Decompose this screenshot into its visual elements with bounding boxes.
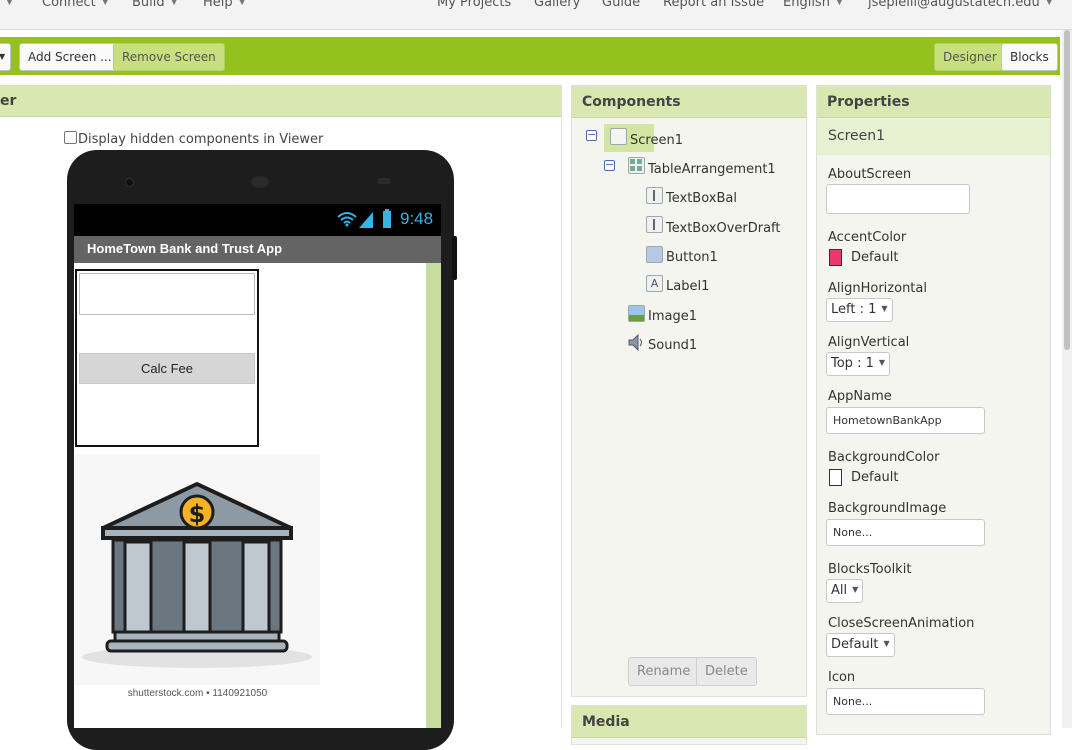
chevron-down-icon: ▼ xyxy=(835,0,843,7)
signal-icon xyxy=(359,212,373,228)
connect-menu[interactable]: Connect ▼ xyxy=(42,0,109,10)
app-title-bar: HomeTown Bank and Trust App xyxy=(74,236,441,263)
svg-text:$: $ xyxy=(189,500,206,528)
calc-fee-button[interactable]: Calc Fee xyxy=(79,353,255,384)
table-arrangement[interactable]: Calc Fee xyxy=(75,269,259,447)
chevron-down-icon: ▼ xyxy=(101,0,109,7)
left-dropdown-caret[interactable]: ▼ xyxy=(0,0,13,10)
help-menu[interactable]: Help ▼ xyxy=(203,0,246,10)
report-issue-link[interactable]: Report an Issue xyxy=(663,0,764,10)
designer-button[interactable]: Designer xyxy=(934,43,1006,71)
media-header: Media xyxy=(572,706,806,738)
tree-item-image1[interactable]: Image1 xyxy=(648,309,697,324)
wifi-icon xyxy=(337,212,357,227)
image1[interactable]: $ xyxy=(75,454,320,685)
page-scrollbar[interactable] xyxy=(1062,30,1072,728)
background-image-label: BackgroundImage xyxy=(828,501,947,516)
textbox-icon xyxy=(646,187,663,204)
background-image-input[interactable]: None... xyxy=(826,519,985,546)
guide-link[interactable]: Guide xyxy=(602,0,640,10)
blocks-button[interactable]: Blocks xyxy=(1001,43,1058,71)
chevron-down-icon: ▼ xyxy=(881,304,888,313)
accent-color-swatch[interactable] xyxy=(829,249,842,266)
components-header: Components xyxy=(572,86,806,118)
phone-side-button xyxy=(452,236,457,280)
top-navigation-bar: ▼ Connect ▼ Build ▼ Help ▼ My Projects Gall… xyxy=(0,0,1072,30)
table-arrangement-icon xyxy=(628,157,645,174)
tree-item-textbox-overdraft[interactable]: TextBoxOverDraft xyxy=(666,221,781,236)
tree-item-sound1[interactable]: Sound1 xyxy=(648,338,697,353)
bank-icon: $ xyxy=(82,482,312,668)
add-screen-button[interactable]: Add Screen ... xyxy=(19,43,121,71)
display-hidden-label: Display hidden components in Viewer xyxy=(78,132,324,147)
background-color-swatch[interactable] xyxy=(829,469,842,486)
image-icon xyxy=(628,305,645,322)
button-icon xyxy=(646,246,663,263)
battery-icon xyxy=(383,209,391,228)
app-name-label: AppName xyxy=(828,389,892,404)
language-menu[interactable]: English ▼ xyxy=(783,0,843,10)
remove-screen-button[interactable]: Remove Screen xyxy=(113,43,225,71)
viewer-title: er xyxy=(0,93,17,109)
screen-icon xyxy=(610,128,627,145)
background-color-value[interactable]: Default xyxy=(851,470,899,485)
align-horizontal-label: AlignHorizontal xyxy=(828,281,927,296)
textbox-bal[interactable] xyxy=(79,273,255,315)
build-menu[interactable]: Build ▼ xyxy=(132,0,178,10)
tree-item-textbox-bal[interactable]: TextBoxBal xyxy=(666,191,737,206)
tree-item-label1[interactable]: Label1 xyxy=(666,279,709,294)
align-vertical-select[interactable]: Top : 1 ▼ xyxy=(826,352,891,376)
sensor-icon xyxy=(377,178,391,184)
chevron-down-icon: ▼ xyxy=(852,585,859,594)
status-bar: 9:48 xyxy=(74,204,441,236)
camera-icon xyxy=(125,178,134,187)
speaker-icon xyxy=(251,176,269,188)
textbox-icon xyxy=(646,216,663,233)
sound-icon xyxy=(628,334,642,351)
image-caption: shutterstock.com • 1140921050 xyxy=(127,688,268,699)
properties-header: Properties xyxy=(817,86,1050,118)
collapse-table-toggle[interactable]: − xyxy=(604,159,615,171)
display-hidden-checkbox[interactable] xyxy=(64,131,77,144)
chevron-down-icon: ▼ xyxy=(238,0,246,7)
gallery-link[interactable]: Gallery xyxy=(534,0,580,10)
close-screen-animation-label: CloseScreenAnimation xyxy=(828,616,975,631)
accent-color-value[interactable]: Default xyxy=(851,250,899,265)
align-vertical-label: AlignVertical xyxy=(828,335,910,350)
my-projects-link[interactable]: My Projects xyxy=(437,0,511,10)
blocks-toolkit-select[interactable]: All ▼ xyxy=(826,579,864,603)
textbox-overdraft[interactable] xyxy=(79,318,255,352)
blocks-toolkit-label: BlocksToolkit xyxy=(828,562,912,577)
chevron-down-icon: ▼ xyxy=(883,639,890,648)
chevron-down-icon: ▼ xyxy=(170,0,178,7)
phone-screen: 9:48 HomeTown Bank and Trust App Calc Fe… xyxy=(74,204,441,728)
tree-item-screen1[interactable]: Screen1 xyxy=(630,133,683,148)
status-time: 9:48 xyxy=(400,209,434,228)
chevron-down-icon: ▼ xyxy=(1045,0,1053,7)
selected-component-name: Screen1 xyxy=(817,119,1050,155)
delete-button[interactable]: Delete xyxy=(696,657,757,686)
screen-selector-dropdown[interactable]: ▼ xyxy=(0,43,11,71)
rename-button[interactable]: Rename xyxy=(628,657,700,686)
screen-scroll-strip xyxy=(426,263,441,728)
icon-input[interactable]: None... xyxy=(826,688,985,715)
tree-item-button1[interactable]: Button1 xyxy=(666,250,718,265)
collapse-screen1-toggle[interactable]: − xyxy=(586,129,597,141)
user-menu[interactable]: jsepielli@augustatech.edu ▼ xyxy=(868,0,1053,10)
viewer-header: er xyxy=(0,85,561,117)
icon-label: Icon xyxy=(828,670,856,685)
about-screen-label: AboutScreen xyxy=(828,167,912,182)
close-screen-animation-select[interactable]: Default ▼ xyxy=(826,633,895,657)
accent-color-label: AccentColor xyxy=(828,230,907,245)
chevron-down-icon: ▼ xyxy=(878,358,886,367)
app-name-input[interactable]: HometownBankApp xyxy=(826,407,985,434)
background-color-label: BackgroundColor xyxy=(828,450,940,465)
label-icon: A xyxy=(646,275,663,292)
media-panel: Media xyxy=(571,705,807,745)
about-screen-textarea[interactable] xyxy=(826,184,970,214)
scrollbar-thumb[interactable] xyxy=(1064,30,1070,350)
align-horizontal-select[interactable]: Left : 1 ▼ xyxy=(826,298,893,322)
tree-item-table-arrangement[interactable]: TableArrangement1 xyxy=(648,162,776,177)
